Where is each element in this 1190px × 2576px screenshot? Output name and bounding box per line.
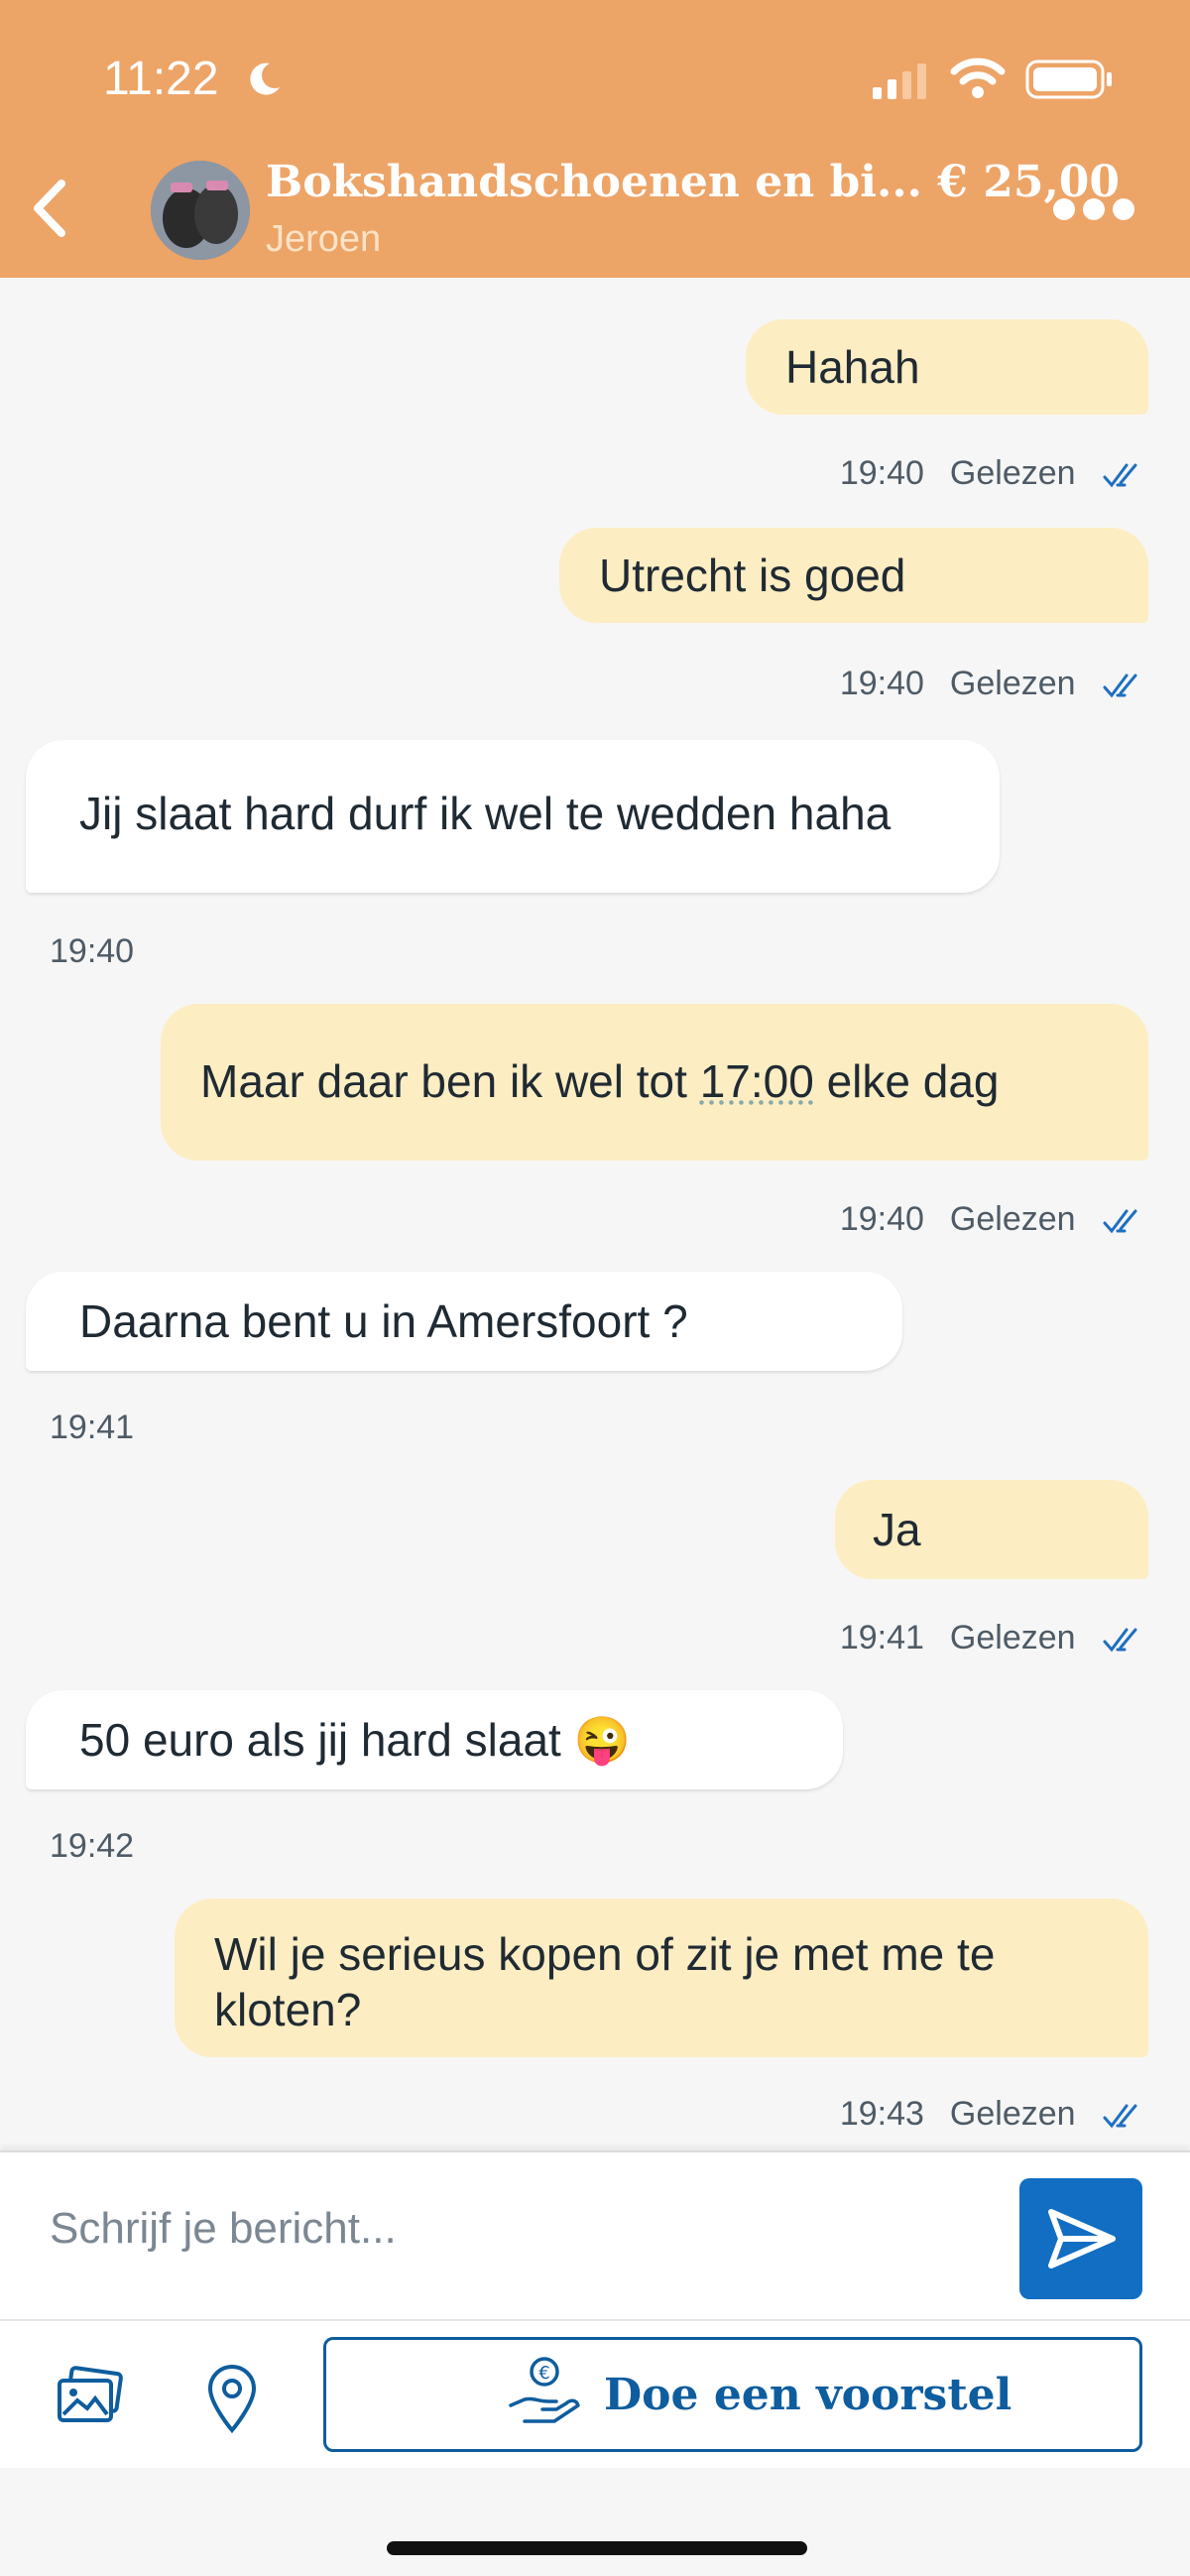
home-indicator-area [0,2468,1190,2576]
incoming-message[interactable]: 50 euro als jij hard slaat 😜 [26,1690,843,1789]
location-pin-icon[interactable] [204,2365,260,2434]
status-time: 11:22 [103,53,219,105]
message-text: Ja [873,1504,921,1555]
wifi-icon [950,58,1006,98]
signal-icon [873,63,926,99]
incoming-message[interactable]: Daarna bent u in Amersfoort ? [26,1272,902,1371]
read-status: Gelezen [949,1200,1076,1238]
outgoing-message[interactable]: Hahah [746,319,1148,415]
outgoing-message[interactable]: Utrecht is goed [559,528,1148,623]
message-text: 50 euro als jij hard slaat [79,1714,561,1766]
gallery-icon[interactable] [56,2365,125,2428]
message-meta: 19:41 Gelezen [840,1619,1144,1657]
send-button[interactable] [1019,2178,1142,2299]
message-time: 19:40 [50,932,135,970]
outgoing-message[interactable]: Maar daar ben ik wel tot 17:00 elke dag [161,1004,1148,1161]
seller-name: Jeroen [266,218,382,260]
hand-euro-icon: € [509,2357,580,2423]
message-meta: 19:40 Gelezen [840,454,1144,493]
incoming-message[interactable]: Jij slaat hard durf ik wel te wedden hah… [26,740,1000,893]
message-text: Wil je serieus kopen of zit je met me te… [214,1928,996,2035]
read-status: Gelezen [949,1619,1076,1656]
double-check-icon [1103,1209,1137,1234]
read-status: Gelezen [949,665,1076,702]
outgoing-message[interactable]: Wil je serieus kopen of zit je met me te… [175,1899,1148,2057]
double-check-icon [1103,674,1137,698]
message-time: 19:40 [839,665,924,702]
moon-icon [250,62,280,95]
message-text: Utrecht is goed [599,550,906,601]
chat-header: 11:22 Bokshandschoenen en bi... € 25,00 … [0,0,1190,278]
message-meta: 19:40 Gelezen [840,665,1144,703]
more-options-icon[interactable] [1053,196,1134,224]
outgoing-message[interactable]: Ja [835,1480,1148,1579]
message-text: Hahah [785,341,920,393]
message-text: Maar daar ben ik wel tot 17:00 elke dag [200,1055,1000,1107]
battery-icon [1025,60,1112,99]
home-indicator[interactable] [387,2541,807,2555]
message-time: 19:43 [839,2095,924,2133]
svg-text:€: € [538,2363,549,2384]
read-status: Gelezen [949,454,1076,492]
message-time: 19:42 [50,1827,135,1865]
back-chevron-icon[interactable] [20,174,79,243]
make-offer-button[interactable]: € Doe een voorstel [323,2337,1142,2452]
message-time: 19:40 [839,1200,924,1238]
message-time: 19:41 [839,1619,924,1656]
double-check-icon [1103,2104,1137,2129]
send-icon [1048,2209,1116,2269]
chat-actions-bar: € Doe een voorstel [0,2319,1190,2470]
message-time: 19:41 [50,1409,135,1446]
message-composer: Schrijf je bericht... [0,2150,1190,2319]
message-time: 19:40 [839,454,924,492]
double-check-icon [1103,463,1137,488]
read-status: Gelezen [949,2095,1076,2133]
message-input[interactable]: Schrijf je bericht... [50,2204,397,2254]
message-text: Daarna bent u in Amersfoort ? [79,1295,688,1347]
time-link[interactable]: 17:00 [700,1055,814,1107]
message-meta: 19:43 Gelezen [840,2095,1144,2134]
chat-title[interactable]: Bokshandschoenen en bi... € 25,00 [266,157,1120,207]
message-text: Jij slaat hard durf ik wel te wedden hah… [79,788,892,839]
product-avatar[interactable] [151,161,250,260]
double-check-icon [1103,1628,1137,1653]
message-meta: 19:40 Gelezen [840,1200,1144,1239]
winking-tongue-emoji: 😜 [573,1714,631,1766]
make-offer-label: Doe een voorstel [604,2370,1012,2420]
